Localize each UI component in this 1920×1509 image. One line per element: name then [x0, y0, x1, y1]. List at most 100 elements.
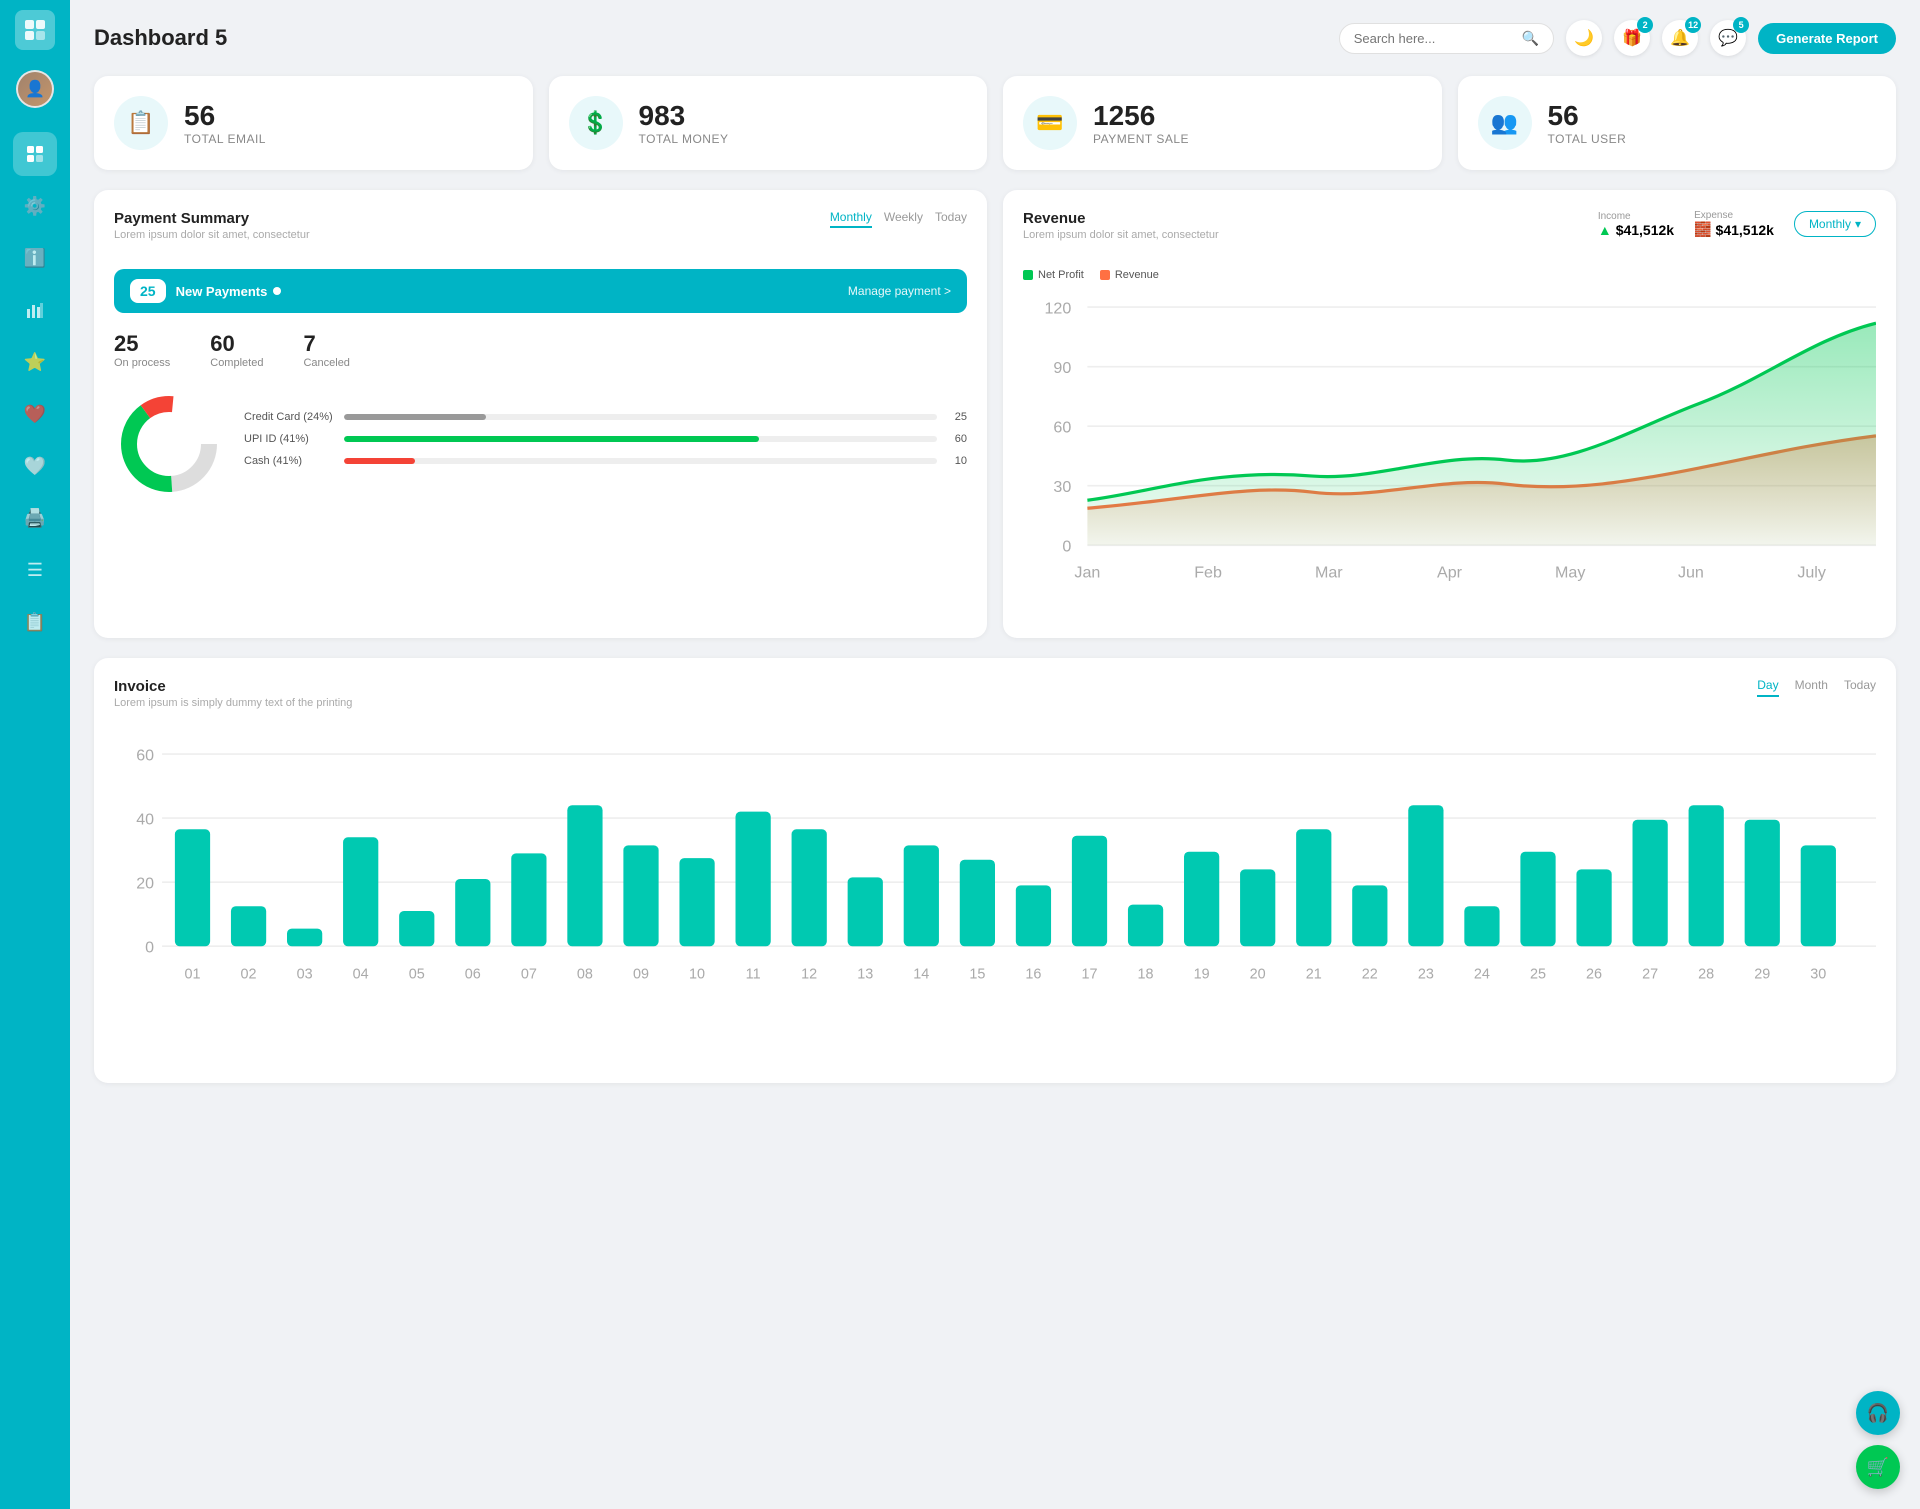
sidebar-item-print[interactable]: 🖨️ [13, 496, 57, 540]
bar-21 [1296, 829, 1331, 946]
bell-button[interactable]: 🔔 12 [1662, 20, 1698, 56]
manage-payment-link[interactable]: Manage payment > [848, 284, 951, 298]
bar-17 [1072, 836, 1107, 947]
pb-upi-fill [344, 436, 759, 442]
sidebar-item-info[interactable]: ℹ️ [13, 236, 57, 280]
svg-text:28: 28 [1698, 966, 1714, 982]
pb-upi-track [344, 436, 937, 442]
sidebar-logo[interactable] [15, 10, 55, 50]
new-payments-count: 25 [130, 279, 166, 303]
bar-20 [1240, 869, 1275, 946]
svg-text:10: 10 [689, 966, 705, 982]
sidebar: 👤 ⚙️ ℹ️ ⭐ ❤️ 🤍 🖨️ ☰ 📋 [0, 0, 70, 1509]
search-box[interactable]: 🔍 [1339, 23, 1554, 54]
page-title: Dashboard 5 [94, 25, 227, 51]
float-buttons: 🎧 🛒 [1856, 1391, 1900, 1489]
payment-stats-row: 25 On process 60 Completed 7 Canceled [114, 331, 967, 369]
svg-text:02: 02 [241, 966, 257, 982]
svg-text:12: 12 [801, 966, 817, 982]
svg-text:40: 40 [136, 811, 154, 828]
pb-credit-val: 25 [947, 411, 967, 423]
bar-28 [1689, 805, 1724, 946]
bar-07 [511, 853, 546, 946]
invoice-tab-today[interactable]: Today [1844, 678, 1876, 697]
svg-text:15: 15 [969, 966, 985, 982]
svg-text:21: 21 [1306, 966, 1322, 982]
payment-icon: 💳 [1023, 96, 1077, 150]
svg-text:May: May [1555, 563, 1585, 581]
svg-text:30: 30 [1053, 478, 1071, 496]
generate-report-button[interactable]: Generate Report [1758, 23, 1896, 54]
invoice-tab-month[interactable]: Month [1795, 678, 1828, 697]
pb-upi-val: 60 [947, 433, 967, 445]
revenue-label: Revenue [1115, 269, 1159, 281]
bar-03 [287, 928, 322, 946]
avatar[interactable]: 👤 [16, 70, 54, 108]
income-arrow-icon: ▲ [1598, 222, 1612, 238]
svg-text:01: 01 [184, 966, 200, 982]
tab-today[interactable]: Today [935, 210, 967, 228]
svg-text:07: 07 [521, 966, 537, 982]
pb-credit-fill [344, 414, 486, 420]
svg-text:30: 30 [1810, 966, 1826, 982]
svg-text:Mar: Mar [1315, 563, 1343, 581]
sidebar-item-dashboard[interactable] [13, 132, 57, 176]
sidebar-item-favorites[interactable]: ⭐ [13, 340, 57, 384]
svg-text:90: 90 [1053, 359, 1071, 377]
sidebar-item-analytics[interactable] [13, 288, 57, 332]
revenue-header: Revenue Lorem ipsum dolor sit amet, cons… [1023, 210, 1876, 255]
cart-button[interactable]: 🛒 [1856, 1445, 1900, 1489]
revenue-monthly-dropdown[interactable]: Monthly ▾ [1794, 211, 1876, 237]
bar-29 [1745, 820, 1780, 947]
bar-06 [455, 879, 490, 946]
support-button[interactable]: 🎧 [1856, 1391, 1900, 1435]
donut-chart [114, 389, 224, 499]
svg-text:27: 27 [1642, 966, 1658, 982]
svg-text:05: 05 [409, 966, 425, 982]
pb-upi-label: UPI ID (41%) [244, 433, 334, 445]
tab-weekly[interactable]: Weekly [884, 210, 923, 228]
sidebar-item-saved[interactable]: 🤍 [13, 444, 57, 488]
user-icon: 👥 [1478, 96, 1532, 150]
svg-text:0: 0 [1062, 538, 1071, 556]
income-value: $41,512k [1616, 222, 1674, 238]
stat-card-email: 📋 56 TOTAL EMAIL [94, 76, 533, 170]
bar-27 [1633, 820, 1668, 947]
money-icon: 💲 [569, 96, 623, 150]
donut-svg [114, 389, 224, 499]
invoice-title: Invoice [114, 678, 352, 695]
bar-26 [1576, 869, 1611, 946]
stat-payment-number: 1256 [1093, 100, 1189, 132]
invoice-tabs: Day Month Today [1757, 678, 1876, 697]
payment-summary-card: Payment Summary Lorem ipsum dolor sit am… [94, 190, 987, 638]
revenue-title: Revenue [1023, 210, 1219, 227]
mid-row: Payment Summary Lorem ipsum dolor sit am… [94, 190, 1896, 638]
completed-label: Completed [210, 357, 263, 369]
progress-bars: Credit Card (24%) 25 UPI ID (41%) 60 [244, 411, 967, 477]
svg-text:Feb: Feb [1194, 563, 1222, 581]
svg-text:0: 0 [145, 940, 154, 957]
dark-mode-toggle[interactable]: 🌙 [1566, 20, 1602, 56]
svg-text:Jun: Jun [1678, 563, 1704, 581]
pb-cash-track [344, 458, 937, 464]
sidebar-item-heart[interactable]: ❤️ [13, 392, 57, 436]
tab-monthly[interactable]: Monthly [830, 210, 872, 228]
svg-text:26: 26 [1586, 966, 1602, 982]
search-icon: 🔍 [1522, 30, 1539, 47]
net-profit-dot [1023, 270, 1033, 280]
sidebar-item-settings[interactable]: ⚙️ [13, 184, 57, 228]
invoice-tab-day[interactable]: Day [1757, 678, 1778, 697]
sidebar-item-menu[interactable]: ☰ [13, 548, 57, 592]
svg-text:17: 17 [1081, 966, 1097, 982]
bar-12 [792, 829, 827, 946]
header: Dashboard 5 🔍 🌙 🎁 2 🔔 12 💬 5 Generate Re… [94, 20, 1896, 56]
search-input[interactable] [1354, 31, 1514, 46]
invoice-card: Invoice Lorem ipsum is simply dummy text… [94, 658, 1896, 1083]
chevron-down-icon: ▾ [1855, 217, 1861, 231]
gift-button[interactable]: 🎁 2 [1614, 20, 1650, 56]
sidebar-item-reports[interactable]: 📋 [13, 600, 57, 644]
bar-10 [679, 858, 714, 946]
bar-18 [1128, 904, 1163, 946]
chat-button[interactable]: 💬 5 [1710, 20, 1746, 56]
svg-text:22: 22 [1362, 966, 1378, 982]
